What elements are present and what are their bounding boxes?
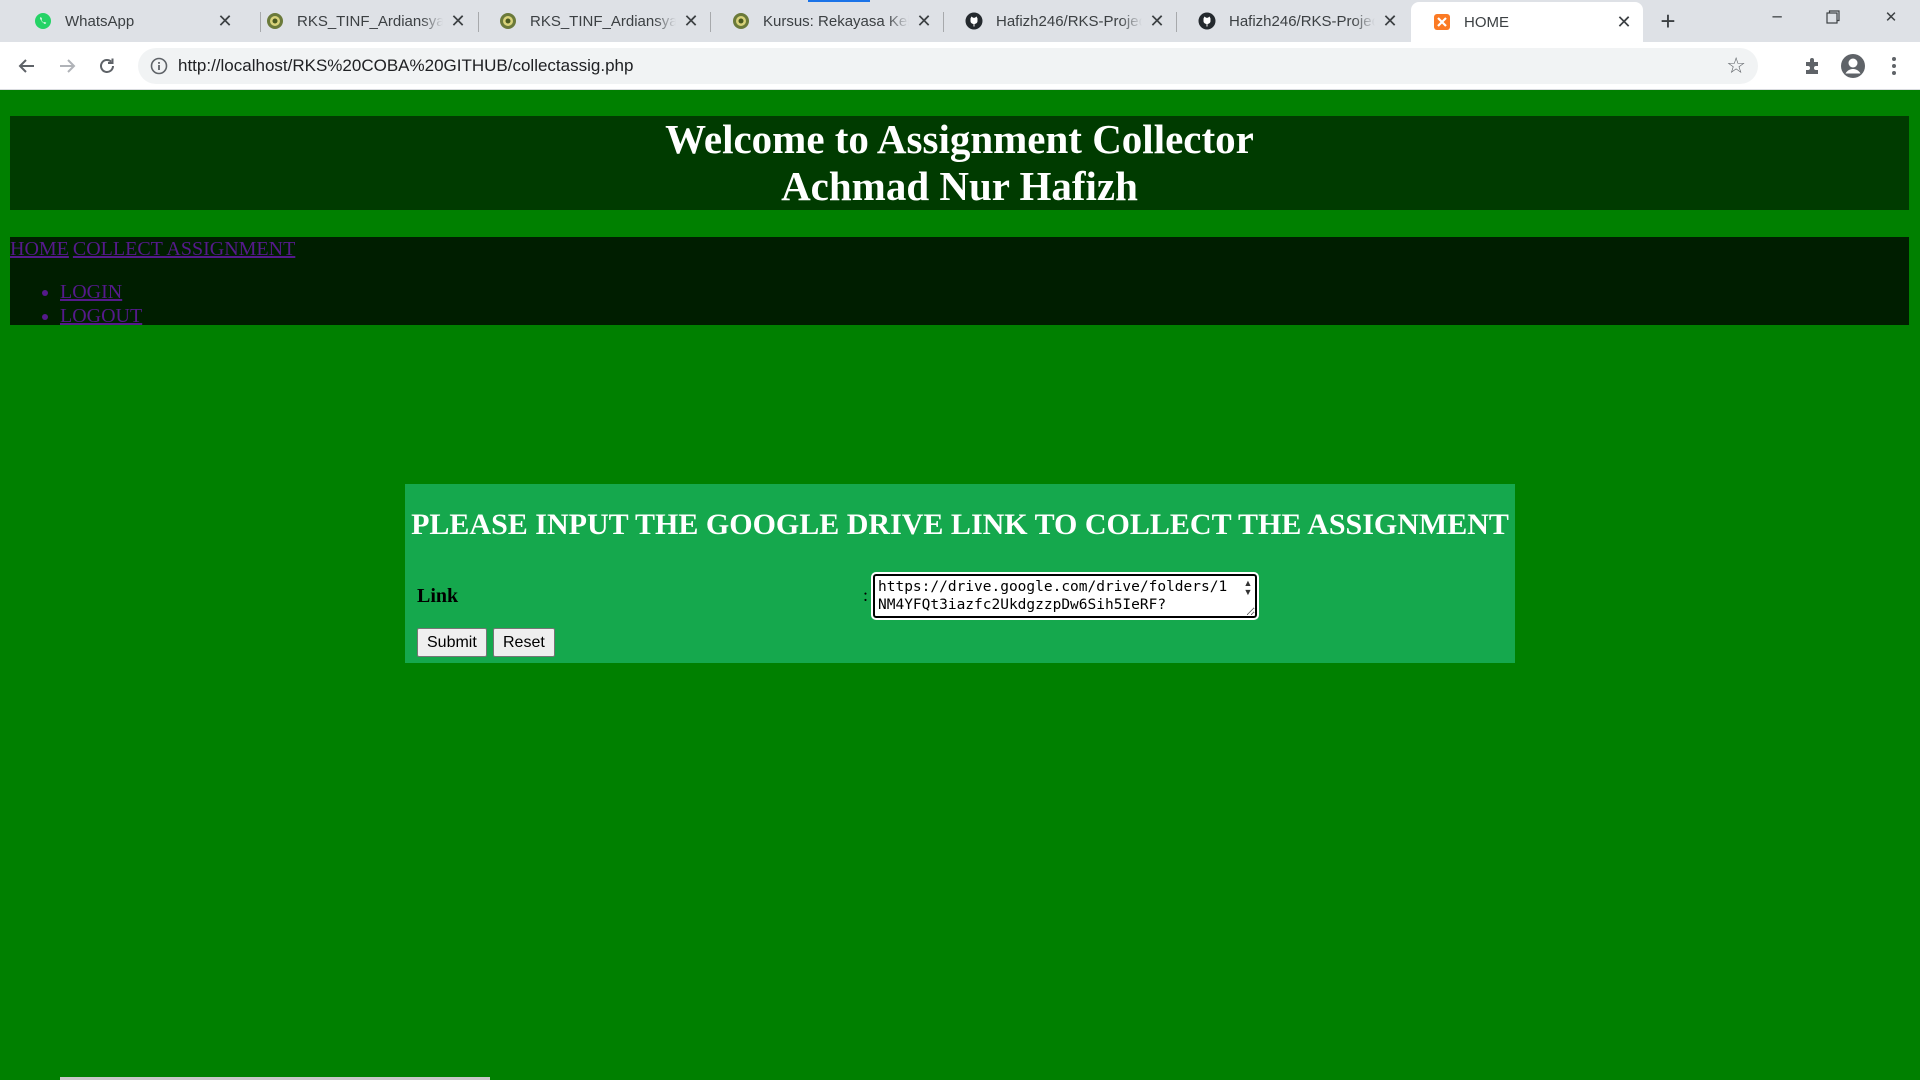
menu-kebab-icon[interactable]	[1879, 51, 1909, 81]
github-icon	[965, 12, 983, 30]
tab-title: Hafizh246/RKS-Project	[996, 12, 1142, 30]
close-tab-icon[interactable]: ✕	[1615, 12, 1633, 32]
tab-github-2[interactable]: Hafizh246/RKS-Project ✕	[1176, 0, 1409, 42]
tab-kursus[interactable]: Kursus: Rekayasa Kebut ✕	[710, 0, 943, 42]
nav-link-login[interactable]: LOGIN	[60, 281, 122, 303]
reload-icon[interactable]	[92, 51, 122, 81]
profile-avatar-icon[interactable]	[1838, 51, 1868, 81]
restore-icon[interactable]	[1805, 0, 1861, 34]
form-heading: PLEASE INPUT THE GOOGLE DRIVE LINK TO CO…	[411, 508, 1509, 541]
tab-title: Kursus: Rekayasa Kebut	[763, 12, 909, 30]
tab-title: HOME	[1464, 13, 1509, 31]
tab-home[interactable]: HOME ✕	[1411, 2, 1643, 42]
university-logo-icon	[499, 12, 517, 30]
nav-account-list: LOGIN LOGOUT	[10, 280, 142, 328]
submit-button[interactable]: Submit	[417, 628, 487, 657]
label-separator: :	[863, 585, 869, 605]
minimize-icon[interactable]: ─	[1749, 0, 1805, 34]
browser-toolbar: http://localhost/RKS%20COBA%20GITHUB/col…	[0, 42, 1920, 90]
collect-form: PLEASE INPUT THE GOOGLE DRIVE LINK TO CO…	[405, 484, 1515, 663]
nav-top-links: HOME COLLECT ASSIGNMENT	[10, 237, 295, 263]
whatsapp-icon	[34, 12, 52, 30]
header-title: Welcome to Assignment Collector	[665, 116, 1254, 162]
tab-title: WhatsApp	[65, 12, 135, 30]
close-tab-icon[interactable]: ✕	[682, 11, 700, 31]
link-textarea[interactable]: https://drive.google.com/drive/folders/1…	[871, 572, 1259, 620]
close-window-icon[interactable]: ✕	[1863, 0, 1919, 34]
back-arrow-icon[interactable]	[12, 51, 42, 81]
tab-rks-1[interactable]: RKS_TINF_Ardiansyah: T ✕	[244, 0, 477, 42]
address-bar[interactable]: http://localhost/RKS%20COBA%20GITHUB/col…	[138, 48, 1758, 84]
tab-title: RKS_TINF_Ardiansyah: T	[297, 12, 443, 30]
new-tab-button[interactable]: +	[1653, 6, 1683, 36]
tab-title: RKS_TINF_Ardiansyah: T	[530, 12, 676, 30]
close-tab-icon[interactable]: ✕	[1381, 11, 1399, 31]
tab-strip: WhatsApp ✕ RKS_TINF_Ardiansyah: T ✕ RKS_…	[0, 0, 1920, 42]
bookmark-star-icon[interactable]: ☆	[1726, 54, 1746, 79]
tab-rks-2[interactable]: RKS_TINF_Ardiansyah: T ✕	[477, 0, 710, 42]
nav-bar: HOME COLLECT ASSIGNMENT LOGIN LOGOUT	[10, 237, 1909, 328]
page-header: Welcome to Assignment Collector Achmad N…	[10, 116, 1909, 210]
link-label: Link	[417, 585, 459, 607]
list-item: LOGOUT	[60, 304, 142, 328]
close-tab-icon[interactable]: ✕	[216, 11, 234, 31]
nav-link-home[interactable]: HOME	[10, 238, 69, 260]
tab-github-1[interactable]: Hafizh246/RKS-Project ✕	[943, 0, 1176, 42]
reset-button[interactable]: Reset	[493, 628, 555, 657]
tab-title: Hafizh246/RKS-Project	[1229, 12, 1375, 30]
forward-arrow-icon[interactable]	[52, 51, 82, 81]
university-logo-icon	[266, 12, 284, 30]
university-logo-icon	[732, 12, 750, 30]
close-tab-icon[interactable]: ✕	[449, 11, 467, 31]
tab-whatsapp[interactable]: WhatsApp ✕	[12, 0, 244, 42]
nav-link-collect-assignment[interactable]: COLLECT ASSIGNMENT	[73, 238, 295, 260]
close-tab-icon[interactable]: ✕	[1148, 11, 1166, 31]
xampp-icon	[1433, 13, 1451, 31]
github-icon	[1198, 12, 1216, 30]
close-tab-icon[interactable]: ✕	[915, 11, 933, 31]
address-url[interactable]: http://localhost/RKS%20COBA%20GITHUB/col…	[178, 56, 633, 76]
info-icon[interactable]	[150, 57, 168, 75]
extensions-icon[interactable]	[1797, 51, 1827, 81]
list-item: LOGIN	[60, 280, 142, 304]
nav-link-logout[interactable]: LOGOUT	[60, 305, 142, 327]
scroll-arrows-icon[interactable]: ▲ ▼	[1242, 579, 1254, 597]
header-author: Achmad Nur Hafizh	[781, 163, 1138, 209]
